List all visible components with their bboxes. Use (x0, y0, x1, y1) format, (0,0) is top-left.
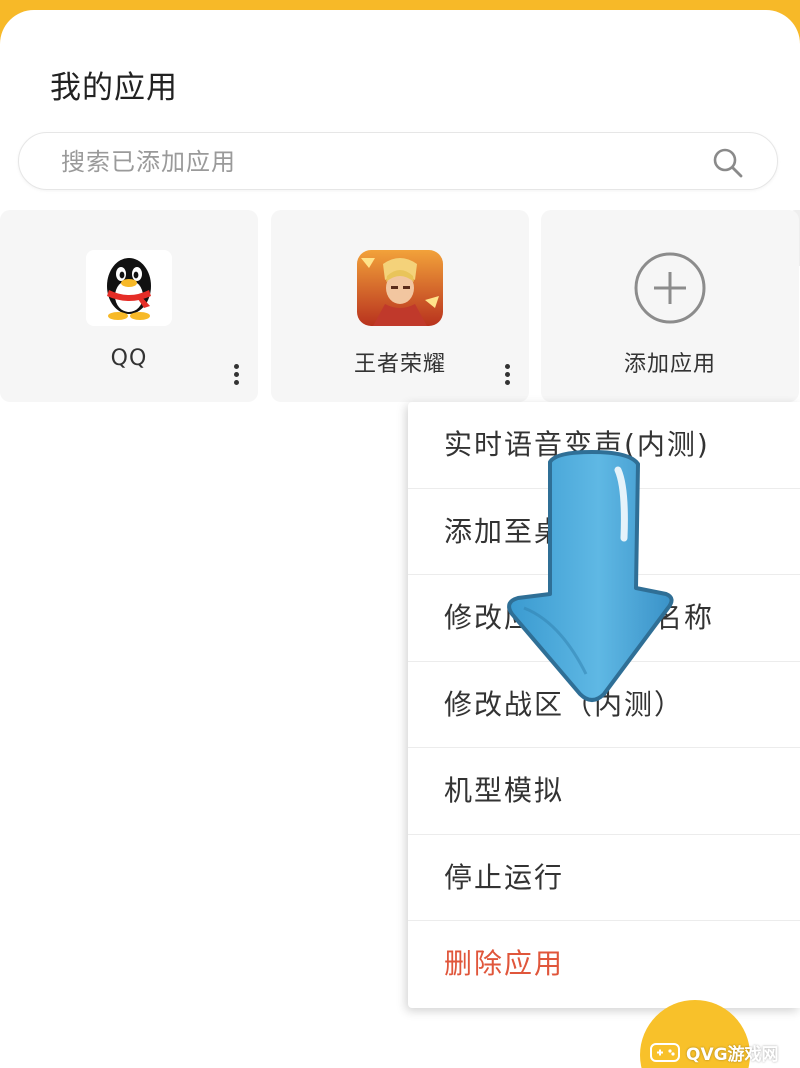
app-label: 王者荣耀 (353, 352, 446, 377)
watermark: QVG游戏网 (650, 1034, 798, 1068)
app-sheet: 我的应用 QQ (0, 10, 800, 1068)
menu-item-device-simulation[interactable]: 机型模拟 (408, 748, 800, 835)
menu-item-stop-running[interactable]: 停止运行 (408, 835, 800, 921)
menu-item-delete-app[interactable]: 删除应用 (408, 921, 800, 1008)
app-label: QQ (110, 346, 148, 371)
honor-of-kings-icon (355, 250, 445, 326)
search-icon[interactable] (711, 146, 745, 180)
search-input[interactable] (59, 133, 683, 191)
app-card-qq[interactable]: QQ (0, 210, 258, 402)
gamepad-icon (650, 1043, 680, 1062)
page-title: 我的应用 (50, 70, 178, 106)
qq-penguin-icon (84, 250, 174, 326)
app-label: 添加应用 (623, 352, 716, 377)
app-card-honor-of-kings[interactable]: 王者荣耀 (271, 210, 529, 402)
add-circle-icon (625, 250, 715, 326)
watermark-text: QVG游戏网 (686, 1044, 779, 1065)
more-vertical-icon[interactable] (232, 364, 240, 390)
search-bar[interactable] (18, 132, 778, 191)
down-arrow-annotation-icon (507, 450, 674, 702)
app-card-add[interactable]: 添加应用 (541, 210, 799, 402)
more-vertical-icon[interactable] (503, 364, 511, 390)
